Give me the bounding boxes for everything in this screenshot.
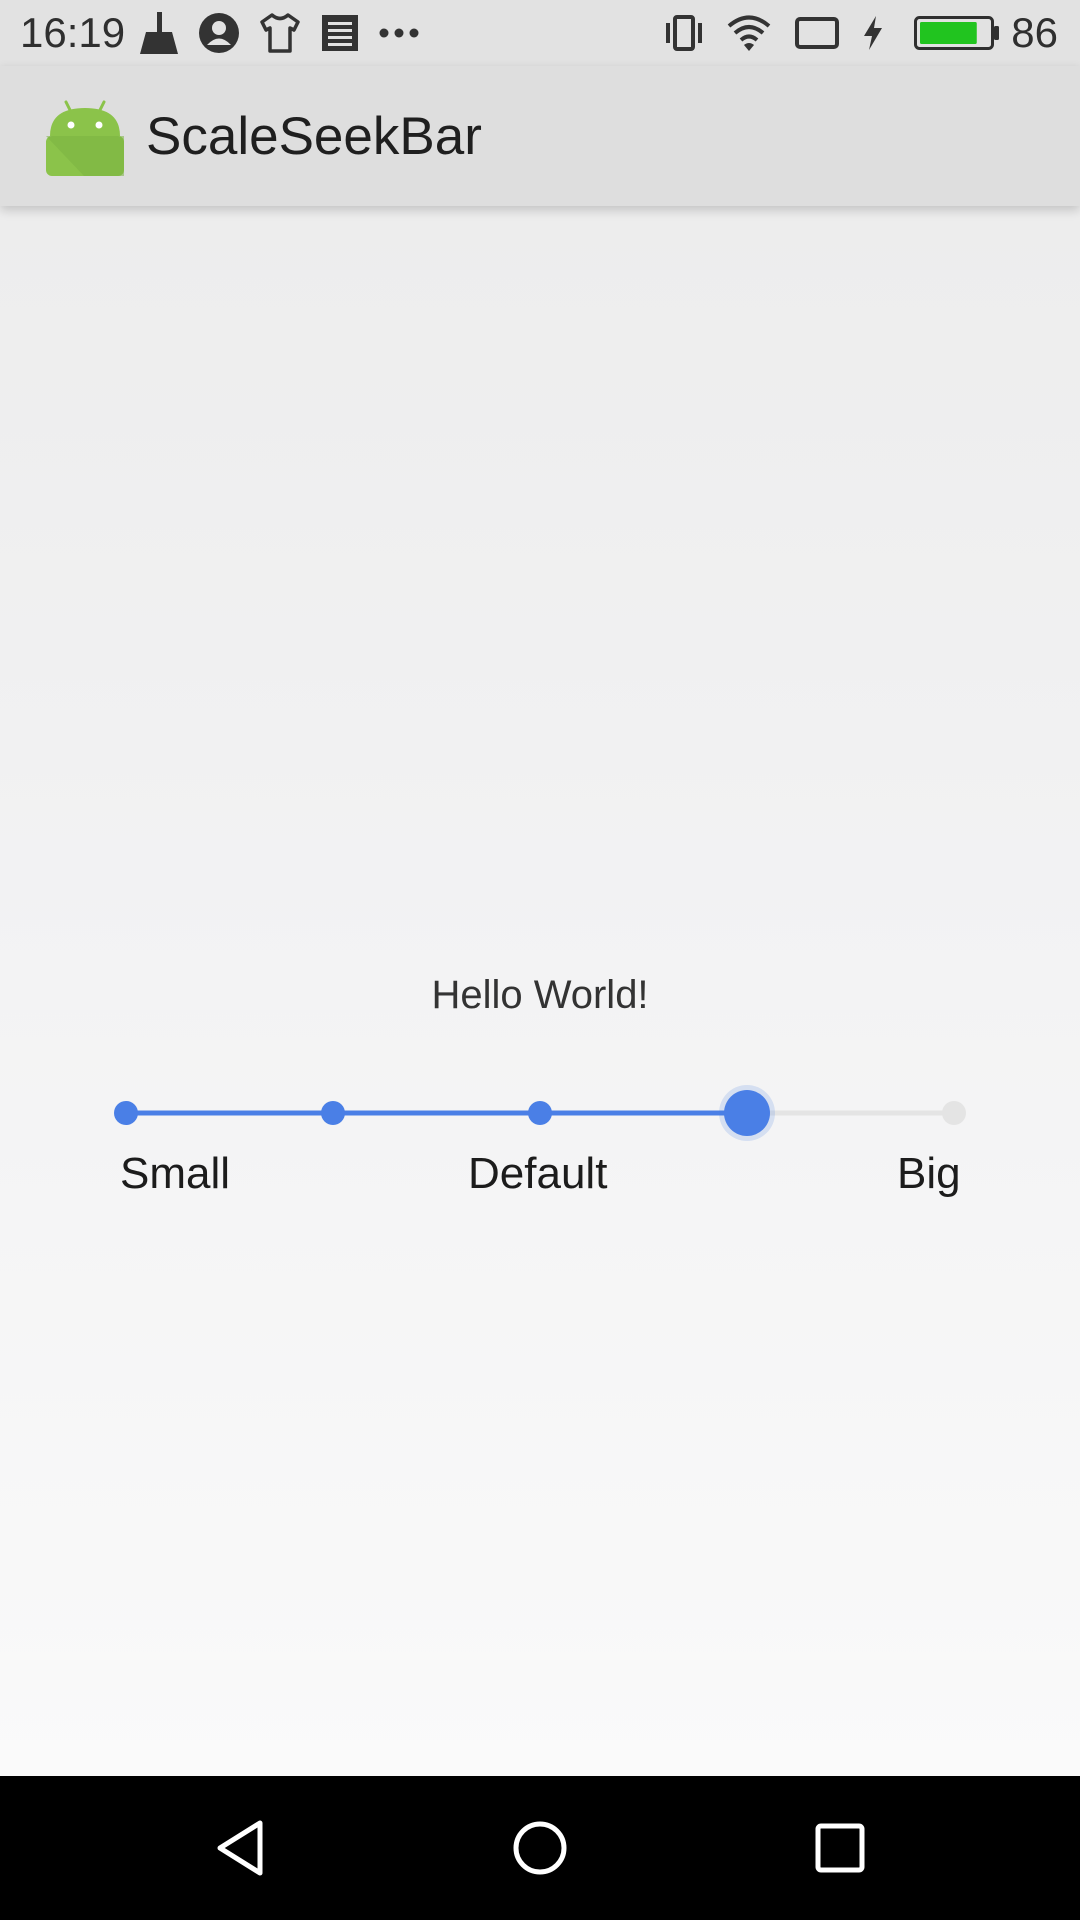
back-triangle-icon — [217, 1820, 263, 1876]
seekbar-tick — [942, 1101, 966, 1125]
app-title: ScaleSeekBar — [146, 107, 482, 166]
status-time: 16:19 — [20, 9, 126, 56]
status-bar: 16:19 86 — [0, 0, 1080, 66]
status-system-icons — [664, 10, 884, 56]
seekbar-tick — [114, 1101, 138, 1125]
scale-seekbar[interactable] — [96, 1078, 980, 1148]
broom-icon — [140, 12, 178, 54]
account-circle-icon — [199, 13, 239, 53]
home-circle-icon — [513, 1821, 567, 1875]
scale-labels: Small Default Big — [0, 1146, 1080, 1206]
vibrate-icon — [666, 15, 702, 51]
battery-percentage: 86 — [1011, 9, 1058, 56]
more-dots-icon — [379, 28, 419, 38]
battery-icon — [914, 16, 999, 50]
charging-bolt-icon — [864, 16, 882, 50]
recents-button[interactable] — [790, 1798, 890, 1898]
scale-label-big: Big — [897, 1149, 961, 1198]
cast-icon — [795, 17, 839, 49]
navigation-bar — [0, 1776, 1080, 1920]
seekbar-tick — [321, 1101, 345, 1125]
status-notification-icons — [138, 10, 420, 56]
home-button[interactable] — [490, 1798, 590, 1898]
scale-label-small: Small — [120, 1149, 231, 1198]
seekbar-thumb[interactable] — [724, 1090, 770, 1136]
hello-text: Hello World! — [431, 973, 649, 1017]
app-bar: ScaleSeekBar — [0, 66, 1080, 206]
android-robot-icon — [46, 100, 124, 176]
seekbar-tick — [528, 1101, 552, 1125]
recents-square-icon — [815, 1823, 865, 1873]
tshirt-icon — [260, 13, 300, 53]
back-button[interactable] — [190, 1798, 290, 1898]
wifi-icon — [727, 15, 771, 51]
news-icon — [322, 15, 358, 51]
scale-label-default: Default — [468, 1149, 608, 1198]
